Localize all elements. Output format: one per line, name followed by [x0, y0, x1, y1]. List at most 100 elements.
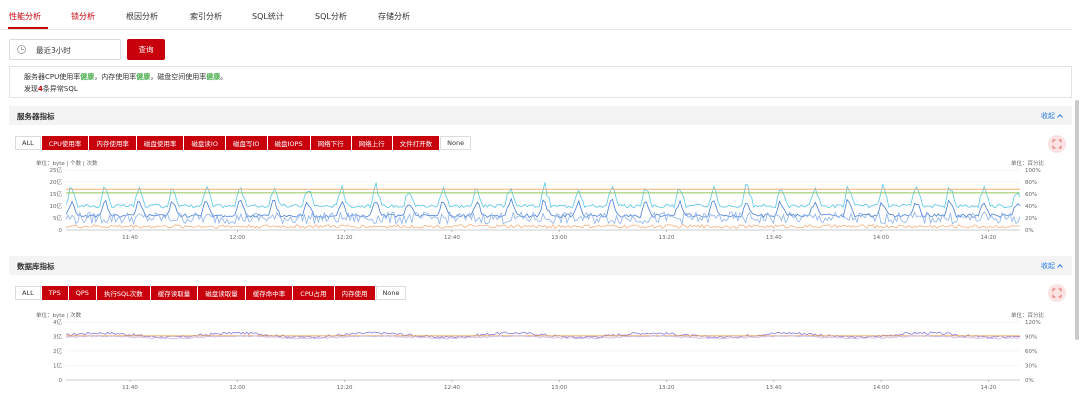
db-metric-chip[interactable]: 缓存命中率	[245, 286, 293, 300]
x-tick-label: 13:40	[766, 385, 782, 391]
y-left-tick-label: 10亿	[50, 202, 63, 210]
x-tick-label: 13:20	[659, 385, 675, 391]
x-tick-label: 13:40	[766, 235, 782, 241]
tab-performance[interactable]: 性能分析	[9, 11, 41, 22]
y-right-tick-label: 90%	[1025, 335, 1037, 341]
y-right-tick-label: 80%	[1025, 180, 1037, 186]
db-metrics-title: 数据库指标	[17, 262, 55, 271]
db-collapse-label: 收起	[1041, 262, 1055, 270]
x-tick-label: 13:00	[551, 385, 567, 391]
time-range-picker[interactable]: 最近3小时	[9, 39, 121, 60]
analysis-tabs: 性能分析 锁分析 根因分析 索引分析 SQL统计 SQL分析 存储分析	[0, 0, 1072, 30]
x-tick-label: 14:20	[980, 385, 996, 391]
clock-icon	[17, 45, 26, 54]
disk-label: ，磁盘空间使用率	[150, 73, 207, 81]
y-left-tick-label: 1亿	[53, 362, 62, 370]
db-metrics-header: 数据库指标 收起	[9, 256, 1072, 275]
y-right-tick-label: 20%	[1025, 216, 1037, 222]
y-right-tick-label: 30%	[1025, 364, 1037, 370]
abnormal-suffix: 条异常SQL	[42, 85, 78, 93]
query-button[interactable]: 查询	[127, 39, 165, 60]
db-metric-chip[interactable]: CPU占用	[293, 286, 334, 300]
tab-lock[interactable]: 锁分析	[71, 11, 95, 22]
y-right-tick-label: 0%	[1025, 228, 1034, 234]
server-metric-chip[interactable]: 网络上行	[351, 136, 392, 150]
server-metric-chip[interactable]: CPU使用率	[41, 136, 89, 150]
db-metric-chip[interactable]: 缓存读取量	[150, 286, 198, 300]
db-metric-chip[interactable]: QPS	[68, 286, 96, 300]
tab-storage[interactable]: 存储分析	[378, 11, 410, 22]
series-line	[65, 223, 1021, 229]
disk-status: 健康	[206, 73, 221, 81]
x-tick-label: 12:00	[229, 235, 245, 241]
health-summary-line: 服务器CPU使用率健康，内存使用率健康，磁盘空间使用率健康。	[24, 72, 227, 82]
db-metric-chip[interactable]: ALL	[15, 286, 41, 300]
server-metric-chip[interactable]: 网络下行	[310, 136, 351, 150]
x-tick-label: 14:20	[980, 235, 996, 241]
memory-label: ，内存使用率	[94, 73, 137, 81]
y-right-tick-label: 60%	[1025, 349, 1037, 355]
abnormal-prefix: 发现	[24, 85, 38, 93]
series-line	[65, 182, 1021, 209]
server-collapse-toggle[interactable]: 收起	[1041, 111, 1063, 121]
abnormal-sql-line: 发现4条异常SQL	[24, 84, 78, 94]
server-metric-chip[interactable]: 磁盘IOPS	[267, 136, 310, 150]
x-tick-label: 11:40	[122, 235, 138, 241]
y-left-tick-label: 3亿	[53, 333, 62, 341]
active-tab-indicator	[8, 27, 48, 29]
server-collapse-label: 收起	[1041, 112, 1055, 120]
y-left-tick-label: 25亿	[50, 166, 63, 174]
x-tick-label: 12:00	[229, 385, 245, 391]
chevron-up-icon	[1057, 264, 1063, 270]
db-collapse-toggle[interactable]: 收起	[1041, 261, 1063, 271]
tab-sql-analysis[interactable]: SQL分析	[315, 11, 347, 22]
x-tick-label: 13:20	[659, 235, 675, 241]
server-metric-chip[interactable]: None	[440, 136, 472, 150]
cpu-status: 健康	[80, 73, 95, 81]
db-metric-chip[interactable]: 磁盘读取量	[198, 286, 245, 300]
server-fullscreen-button[interactable]	[1048, 135, 1066, 153]
y-right-tick-label: 60%	[1025, 192, 1037, 198]
x-tick-label: 13:00	[551, 235, 567, 241]
server-metric-chip[interactable]: 磁盘使用率	[136, 136, 184, 150]
y-left-tick-label: 5亿	[53, 214, 62, 222]
x-tick-label: 14:00	[873, 235, 889, 241]
tab-root-cause[interactable]: 根因分析	[126, 11, 158, 22]
expand-icon	[1052, 288, 1062, 298]
y-left-tick-label: 20亿	[50, 178, 63, 186]
tab-index[interactable]: 索引分析	[190, 11, 222, 22]
y-left-tick-label: 15亿	[50, 190, 63, 198]
db-metric-chip[interactable]: None	[375, 286, 407, 300]
cpu-label: 服务器CPU使用率	[24, 73, 81, 81]
server-metric-chip[interactable]: 磁盘写IO	[225, 136, 267, 150]
x-tick-label: 11:40	[122, 385, 138, 391]
expand-icon	[1052, 139, 1062, 149]
server-metric-chip[interactable]: 文件打开数	[392, 136, 440, 150]
server-metric-chip[interactable]: ALL	[15, 136, 41, 150]
y-right-tick-label: 40%	[1025, 204, 1037, 210]
y-right-tick-label: 120%	[1025, 320, 1041, 326]
time-range-value: 最近3小时	[36, 46, 71, 55]
x-tick-label: 12:40	[444, 385, 460, 391]
chevron-up-icon	[1057, 114, 1063, 120]
db-metric-chip[interactable]: TPS	[41, 286, 68, 300]
page-scrollbar[interactable]	[1075, 100, 1079, 340]
db-metric-chip[interactable]: 执行SQL次数	[96, 286, 150, 300]
server-metrics-title: 服务器指标	[17, 112, 55, 121]
y-left-tick-label: 4亿	[53, 318, 62, 326]
server-metric-chip[interactable]: 内存使用率	[89, 136, 136, 150]
x-tick-label: 12:20	[337, 385, 353, 391]
db-metric-chip[interactable]: 内存使用	[334, 286, 375, 300]
db-fullscreen-button[interactable]	[1048, 284, 1066, 302]
y-left-tick-label: 2亿	[53, 347, 62, 355]
x-tick-label: 12:40	[444, 235, 460, 241]
db-metrics-chart: 4亿 120% 3亿 90% 2亿 60% 1亿 30% 0 0% 11:40 12:00 12:20 1…	[53, 318, 1041, 391]
y-left-tick-label: 0	[59, 228, 63, 234]
tab-sql-stats[interactable]: SQL统计	[252, 11, 284, 22]
summary-period: 。	[220, 73, 228, 81]
y-left-tick-label: 0	[59, 378, 63, 384]
server-metric-chip[interactable]: 磁盘读IO	[184, 136, 225, 150]
y-right-tick-label: 100%	[1025, 168, 1041, 174]
server-metrics-header: 服务器指标 收起	[9, 106, 1072, 125]
x-tick-label: 14:00	[873, 385, 889, 391]
